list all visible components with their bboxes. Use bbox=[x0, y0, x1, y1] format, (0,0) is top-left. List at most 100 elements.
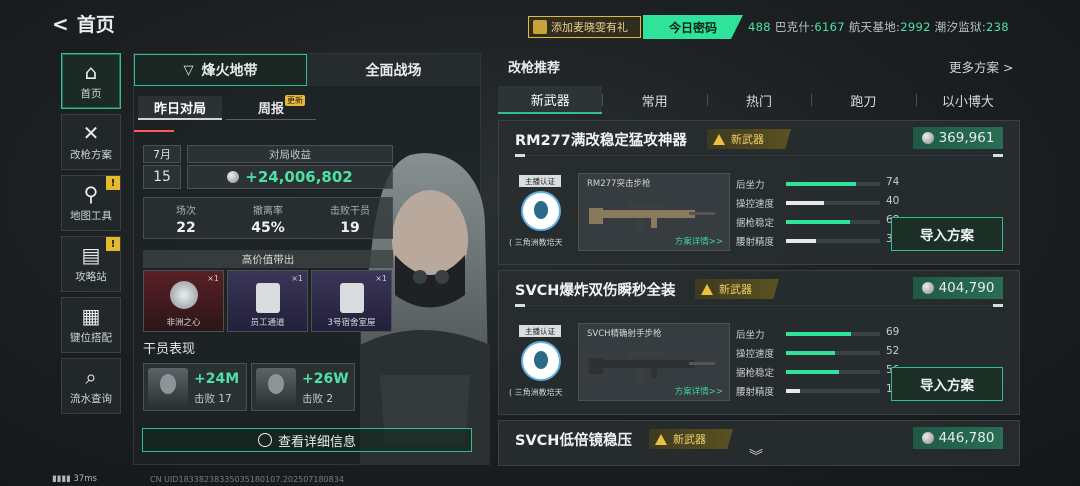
stat-row: 腰射精度32 bbox=[736, 232, 899, 251]
plan-detail-link[interactable]: 方案详情>> bbox=[675, 235, 723, 247]
view-details-button[interactable]: 查看详细信息 bbox=[142, 428, 472, 452]
stat-track bbox=[786, 332, 880, 336]
code-value: 6167 bbox=[814, 20, 845, 34]
import-plan-button[interactable]: 导入方案 bbox=[891, 217, 1003, 251]
rifle-icon bbox=[589, 352, 715, 382]
chevron-logo-icon: ▽ bbox=[183, 62, 194, 78]
loot-item[interactable]: ×1 非洲之心 bbox=[143, 270, 224, 332]
divider bbox=[515, 154, 1003, 157]
stat-row: 后坐力 74 bbox=[736, 175, 899, 194]
stat-row: 操控速度 52 bbox=[736, 344, 899, 363]
streamer-logo bbox=[521, 191, 561, 231]
streamer-logo bbox=[521, 341, 561, 381]
match-stats: 场次 22 撤离率 45% 击败干员 19 bbox=[143, 197, 393, 239]
earnings-value-box: +24,006,802 bbox=[187, 165, 393, 189]
book-icon: ▤ bbox=[81, 242, 101, 267]
coin-icon bbox=[921, 282, 934, 294]
operator-performance-label: 干员表现 bbox=[143, 342, 196, 357]
tab-fire-zone-label: 烽火地带 bbox=[201, 63, 258, 79]
tab-fire-zone[interactable]: ▽ 烽火地带 bbox=[134, 54, 307, 86]
stat-label: 据枪稳定 bbox=[736, 368, 775, 379]
alert-badge: ! bbox=[106, 237, 120, 251]
operator-card[interactable]: +24M 击败 17 bbox=[143, 363, 247, 411]
warning-triangle-icon bbox=[713, 133, 725, 145]
stat-row: 据枪稳定68 bbox=[736, 213, 899, 232]
stat-fill bbox=[786, 182, 856, 186]
date-day: 15 bbox=[143, 165, 181, 189]
tab-full-battle[interactable]: 全面战场 bbox=[307, 54, 480, 86]
tab-2[interactable]: 热门 bbox=[706, 86, 811, 114]
date-month: 7月 bbox=[143, 145, 181, 163]
wrench-icon: ✕ bbox=[82, 120, 100, 145]
sidebar-item-0[interactable]: ⌂ 首页 bbox=[61, 53, 121, 109]
price-value: 404,790 bbox=[938, 280, 995, 296]
plan-card[interactable]: SVCH爆炸双伤瞬秒全装 新武器 404,790 主播认证 ( 三角洲教培天 SVCH精确… bbox=[498, 270, 1020, 415]
daily-password-tab[interactable]: 今日密码 bbox=[643, 15, 743, 39]
back-button[interactable]: < 首页 bbox=[52, 10, 115, 37]
stat-row: 操控速度 40 bbox=[736, 194, 899, 213]
stat-track bbox=[786, 220, 880, 224]
stat-label: 后坐力 bbox=[736, 180, 765, 191]
sidebar-item-2[interactable]: ⚲ 地图工具! bbox=[61, 175, 121, 231]
weapon-preview[interactable]: SVCH精确射手步枪 方案详情>> bbox=[578, 323, 730, 401]
verified-tag: 主播认证 bbox=[519, 325, 561, 337]
promo-button[interactable]: 添加麦晓雯有礼 bbox=[528, 16, 641, 38]
sidebar-item-5[interactable]: ⌕ 流水查询 bbox=[61, 358, 121, 414]
price-tag: 369,961 bbox=[913, 127, 1003, 149]
weapon-preview[interactable]: RM277突击步枪 方案详情>> bbox=[578, 173, 730, 251]
home-icon: ⌂ bbox=[84, 59, 98, 84]
uid-text: CN UID183382383350351801​07.202507180834 bbox=[150, 475, 344, 484]
verified-tag: 主播认证 bbox=[519, 175, 561, 187]
code-value: 488 bbox=[748, 20, 771, 34]
high-value-label: 高价值带出 bbox=[143, 250, 393, 268]
code-name: 潮汐监狱: bbox=[934, 20, 987, 34]
stat-row: 腰射精度15 bbox=[736, 382, 899, 401]
price-value: 446,780 bbox=[938, 430, 995, 446]
sidebar-item-4[interactable]: ▦ 键位搭配 bbox=[61, 297, 121, 353]
stat-track bbox=[786, 370, 880, 374]
tab-0[interactable]: 新武器 bbox=[498, 86, 603, 114]
code-value: 2992 bbox=[900, 20, 931, 34]
plan-card[interactable]: RM277满改稳定猛攻神器 新武器 369,961 主播认证 ( 三角洲教培天 RM277… bbox=[498, 120, 1020, 265]
new-weapon-badge: 新武器 bbox=[649, 429, 733, 449]
sidebar-item-label: 改枪方案 bbox=[70, 148, 112, 161]
price-tag: 446,780 bbox=[913, 427, 1003, 449]
accent-line bbox=[134, 130, 174, 132]
stat-fill bbox=[786, 220, 850, 224]
code-name: 巴克什: bbox=[774, 20, 815, 34]
stat-track bbox=[786, 201, 880, 205]
stat-label: 操控速度 bbox=[736, 349, 775, 360]
stat-track bbox=[786, 239, 880, 243]
gift-icon bbox=[533, 20, 547, 34]
stat-fill bbox=[786, 201, 824, 205]
tab-3[interactable]: 跑刀 bbox=[811, 86, 915, 114]
back-arrow-icon: < bbox=[52, 11, 69, 36]
stat-value: 40 bbox=[886, 195, 900, 207]
tab-1[interactable]: 常用 bbox=[602, 86, 706, 114]
operator-card[interactable]: +26W 击败 2 bbox=[251, 363, 355, 411]
stat-fill bbox=[786, 389, 801, 393]
sidebar-item-1[interactable]: ✕ 改枪方案 bbox=[61, 114, 121, 170]
chevron-down-icon[interactable]: ︾ bbox=[749, 446, 763, 466]
page-title: 首页 bbox=[76, 14, 115, 36]
stat-label: 操控速度 bbox=[736, 199, 775, 210]
stat-value: 69 bbox=[886, 326, 900, 338]
stat-track bbox=[786, 389, 880, 393]
loot-item[interactable]: ×1 3号宿舍室屋 bbox=[311, 270, 392, 332]
sidebar-item-3[interactable]: ▤ 攻略站! bbox=[61, 236, 121, 292]
plan-detail-link[interactable]: 方案详情>> bbox=[675, 385, 723, 397]
import-plan-button[interactable]: 导入方案 bbox=[891, 367, 1003, 401]
stat-fill bbox=[786, 332, 851, 336]
more-plans-link[interactable]: 更多方案 > bbox=[949, 57, 1013, 76]
tab-yesterday[interactable]: 昨日对局 bbox=[138, 96, 222, 120]
stat-row: 据枪稳定56 bbox=[736, 363, 899, 382]
update-badge: 更新 bbox=[285, 95, 305, 106]
loot-item[interactable]: ×1 员工通道 bbox=[227, 270, 308, 332]
stat-track bbox=[786, 182, 880, 186]
tab-4[interactable]: 以小博大 bbox=[915, 86, 1020, 114]
weapon-stats: 后坐力 69 操控速度 52 据枪稳定56腰射精度15 bbox=[736, 325, 899, 401]
earnings-label: 对局收益 bbox=[187, 145, 393, 163]
stat-row: 后坐力 69 bbox=[736, 325, 899, 344]
latency-readout: ▮▮▮▮ 37ms bbox=[52, 474, 97, 484]
badge-label: 新武器 bbox=[673, 433, 706, 446]
